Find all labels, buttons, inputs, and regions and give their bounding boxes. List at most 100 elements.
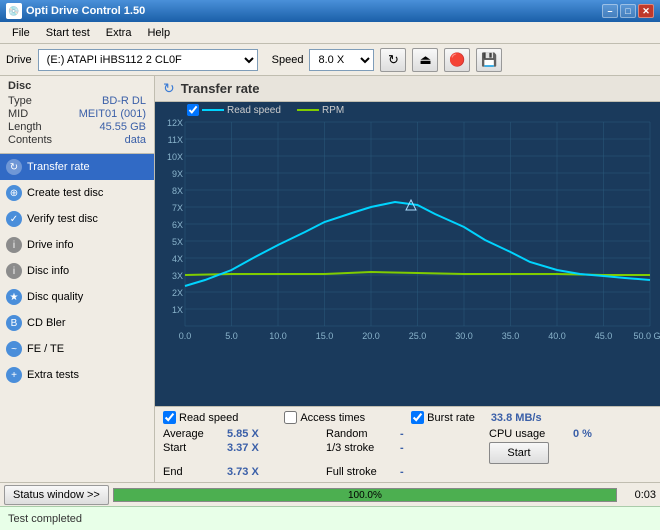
fullstroke-label: Full stroke xyxy=(326,466,396,478)
transfer-rate-icon: ↻ xyxy=(6,159,22,175)
svg-text:8X: 8X xyxy=(172,186,183,196)
menu-extra[interactable]: Extra xyxy=(98,25,140,41)
rpm-legend-label: RPM xyxy=(322,105,344,116)
nav-transfer-rate[interactable]: ↻ Transfer rate xyxy=(0,154,154,180)
burst-rate-check-text: Burst rate xyxy=(427,412,475,424)
cpu-row: CPU usage 0 % xyxy=(489,428,652,440)
nav-fe-te[interactable]: ~ FE / TE xyxy=(0,336,154,362)
drive-select[interactable]: (E:) ATAPI iHBS112 2 CL0F xyxy=(38,49,258,71)
nav-drive-info-label: Drive info xyxy=(27,239,73,251)
avg-row: Average 5.85 X xyxy=(163,428,326,440)
nav-disc-info-label: Disc info xyxy=(27,265,69,277)
menu-starttest[interactable]: Start test xyxy=(38,25,98,41)
access-times-check-label[interactable]: Access times xyxy=(284,411,365,424)
random-label: Random xyxy=(326,428,396,440)
progress-text: 100.0% xyxy=(114,489,616,503)
status-bar: Status window >> 100.0% 0:03 xyxy=(0,482,660,506)
read-speed-check-label[interactable]: Read speed xyxy=(163,411,238,424)
stroke13-label: 1/3 stroke xyxy=(326,442,396,464)
stats-area: Read speed Access times Burst rate 33.8 … xyxy=(155,406,660,482)
random-val: - xyxy=(400,428,404,440)
nav-drive-info[interactable]: i Drive info xyxy=(0,232,154,258)
checkbox-row: Read speed Access times Burst rate 33.8 … xyxy=(163,411,652,424)
disc-contents-row: Contents data xyxy=(8,134,146,146)
titlebar: 💿 Opti Drive Control 1.50 – □ ✕ xyxy=(0,0,660,22)
progress-bar-container: 100.0% xyxy=(113,488,617,502)
svg-text:2X: 2X xyxy=(172,288,183,298)
chart-header: ↻ Transfer rate xyxy=(155,76,660,102)
nav-disc-quality[interactable]: ★ Disc quality xyxy=(0,284,154,310)
avg-label: Average xyxy=(163,428,223,440)
disc-contents-label: Contents xyxy=(8,134,52,146)
sidebar: Disc Type BD-R DL MID MEIT01 (001) Lengt… xyxy=(0,76,155,482)
menu-help[interactable]: Help xyxy=(139,25,178,41)
svg-text:25.0: 25.0 xyxy=(409,331,427,341)
read-speed-color xyxy=(202,109,224,111)
nav-disc-info[interactable]: i Disc info xyxy=(0,258,154,284)
avg-val: 5.85 X xyxy=(227,428,259,440)
nav-extra-tests[interactable]: + Extra tests xyxy=(0,362,154,388)
nav-cd-bler[interactable]: B CD Bler xyxy=(0,310,154,336)
disc-mid-row: MID MEIT01 (001) xyxy=(8,108,146,120)
fullstroke-val: - xyxy=(400,466,404,478)
save-button[interactable]: 💾 xyxy=(476,48,502,72)
stats-grid: Average 5.85 X Random - CPU usage 0 % St… xyxy=(163,428,652,478)
access-times-check-text: Access times xyxy=(300,412,365,424)
svg-text:6X: 6X xyxy=(172,220,183,230)
nav-verify-test-disc[interactable]: ✓ Verify test disc xyxy=(0,206,154,232)
status-window-button[interactable]: Status window >> xyxy=(4,485,109,505)
read-speed-check-text: Read speed xyxy=(179,412,238,424)
burst-rate-check-label[interactable]: Burst rate xyxy=(411,411,475,424)
start-btn-row: Start xyxy=(489,442,652,464)
svg-text:7X: 7X xyxy=(172,203,183,213)
maximize-button[interactable]: □ xyxy=(620,4,636,18)
disc-type-label: Type xyxy=(8,95,32,107)
svg-text:5X: 5X xyxy=(172,237,183,247)
create-test-disc-icon: ⊕ xyxy=(6,185,22,201)
disc-mid-val: MEIT01 (001) xyxy=(79,108,146,120)
svg-text:30.0: 30.0 xyxy=(455,331,473,341)
stroke13-val: - xyxy=(400,442,404,464)
drive-info-icon: i xyxy=(6,237,22,253)
nav-extra-tests-label: Extra tests xyxy=(27,369,79,381)
extra-tests-icon: + xyxy=(6,367,22,383)
disc-title: Disc xyxy=(8,80,146,92)
menu-file[interactable]: File xyxy=(4,25,38,41)
minimize-button[interactable]: – xyxy=(602,4,618,18)
start-row: Start 3.37 X xyxy=(163,442,326,464)
empty-cell xyxy=(489,466,652,478)
chart-header-icon: ↻ xyxy=(163,80,175,97)
nav-verify-label: Verify test disc xyxy=(27,213,98,225)
disc-length-row: Length 45.55 GB xyxy=(8,121,146,133)
burst-rate-cb[interactable] xyxy=(411,411,424,424)
start-val: 3.37 X xyxy=(227,442,259,464)
svg-text:35.0: 35.0 xyxy=(502,331,520,341)
window-controls: – □ ✕ xyxy=(602,4,654,18)
disc-info-icon: i xyxy=(6,263,22,279)
eject-button[interactable]: ⏏ xyxy=(412,48,438,72)
read-speed-cb[interactable] xyxy=(163,411,176,424)
read-speed-checkbox[interactable] xyxy=(187,104,199,116)
start-button[interactable]: Start xyxy=(489,442,549,464)
disc-info-section: Disc Type BD-R DL MID MEIT01 (001) Lengt… xyxy=(0,76,154,154)
random-row: Random - xyxy=(326,428,489,440)
svg-text:11X: 11X xyxy=(168,135,183,145)
completed-bar: Test completed xyxy=(0,506,660,530)
nav-create-label: Create test disc xyxy=(27,187,103,199)
access-times-cb[interactable] xyxy=(284,411,297,424)
disc-mid-label: MID xyxy=(8,108,28,120)
disc-quality-icon: ★ xyxy=(6,289,22,305)
close-button[interactable]: ✕ xyxy=(638,4,654,18)
speed-select[interactable]: 8.0 X xyxy=(309,49,374,71)
svg-text:10X: 10X xyxy=(167,152,183,162)
refresh-button[interactable]: ↻ xyxy=(380,48,406,72)
burn-button[interactable]: 🔴 xyxy=(444,48,470,72)
chart-legend: Read speed RPM xyxy=(187,104,344,116)
drivebar: Drive (E:) ATAPI iHBS112 2 CL0F Speed 8.… xyxy=(0,44,660,76)
nav-create-test-disc[interactable]: ⊕ Create test disc xyxy=(0,180,154,206)
cpu-val: 0 % xyxy=(573,428,592,440)
chart-svg: 12X 11X 10X 9X 8X 7X 6X 5X 4X 3X 2X 1X xyxy=(155,102,660,352)
end-val: 3.73 X xyxy=(227,466,259,478)
time-display: 0:03 xyxy=(621,489,656,501)
end-row: End 3.73 X xyxy=(163,466,326,478)
